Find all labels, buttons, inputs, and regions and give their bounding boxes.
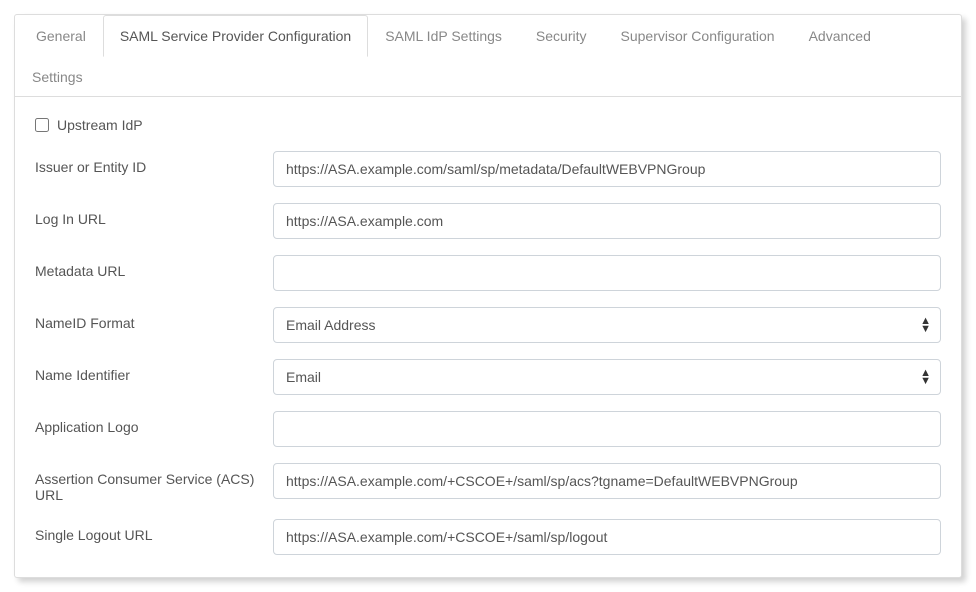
form-body: Upstream IdP Issuer or Entity ID Log In … — [15, 97, 961, 577]
tab-bar: General SAML Service Provider Configurat… — [15, 15, 961, 97]
tab-saml-idp-settings[interactable]: SAML IdP Settings — [368, 15, 519, 57]
tab-advanced[interactable]: Advanced — [792, 15, 888, 57]
login-url-input[interactable] — [273, 203, 941, 239]
login-url-label: Log In URL — [35, 203, 273, 227]
acs-url-label: Assertion Consumer Service (ACS) URL — [35, 463, 273, 503]
issuer-input[interactable] — [273, 151, 941, 187]
name-identifier-select[interactable]: Email — [273, 359, 941, 395]
tab-security[interactable]: Security — [519, 15, 604, 57]
issuer-label: Issuer or Entity ID — [35, 151, 273, 175]
tab-supervisor-config[interactable]: Supervisor Configuration — [604, 15, 792, 57]
upstream-idp-checkbox[interactable] — [35, 118, 49, 132]
tab-saml-sp-config[interactable]: SAML Service Provider Configuration — [103, 15, 368, 57]
app-logo-label: Application Logo — [35, 411, 273, 435]
nameid-format-label: NameID Format — [35, 307, 273, 331]
slo-url-label: Single Logout URL — [35, 519, 273, 543]
app-logo-input[interactable] — [273, 411, 941, 447]
metadata-url-label: Metadata URL — [35, 255, 273, 279]
tab-settings[interactable]: Settings — [15, 56, 100, 97]
metadata-url-input[interactable] — [273, 255, 941, 291]
name-identifier-label: Name Identifier — [35, 359, 273, 383]
config-panel: General SAML Service Provider Configurat… — [14, 14, 962, 578]
tab-general[interactable]: General — [19, 15, 103, 57]
nameid-format-select[interactable]: Email Address — [273, 307, 941, 343]
upstream-idp-row: Upstream IdP — [35, 117, 941, 133]
acs-url-input[interactable] — [273, 463, 941, 499]
upstream-idp-label: Upstream IdP — [57, 117, 143, 133]
slo-url-input[interactable] — [273, 519, 941, 555]
